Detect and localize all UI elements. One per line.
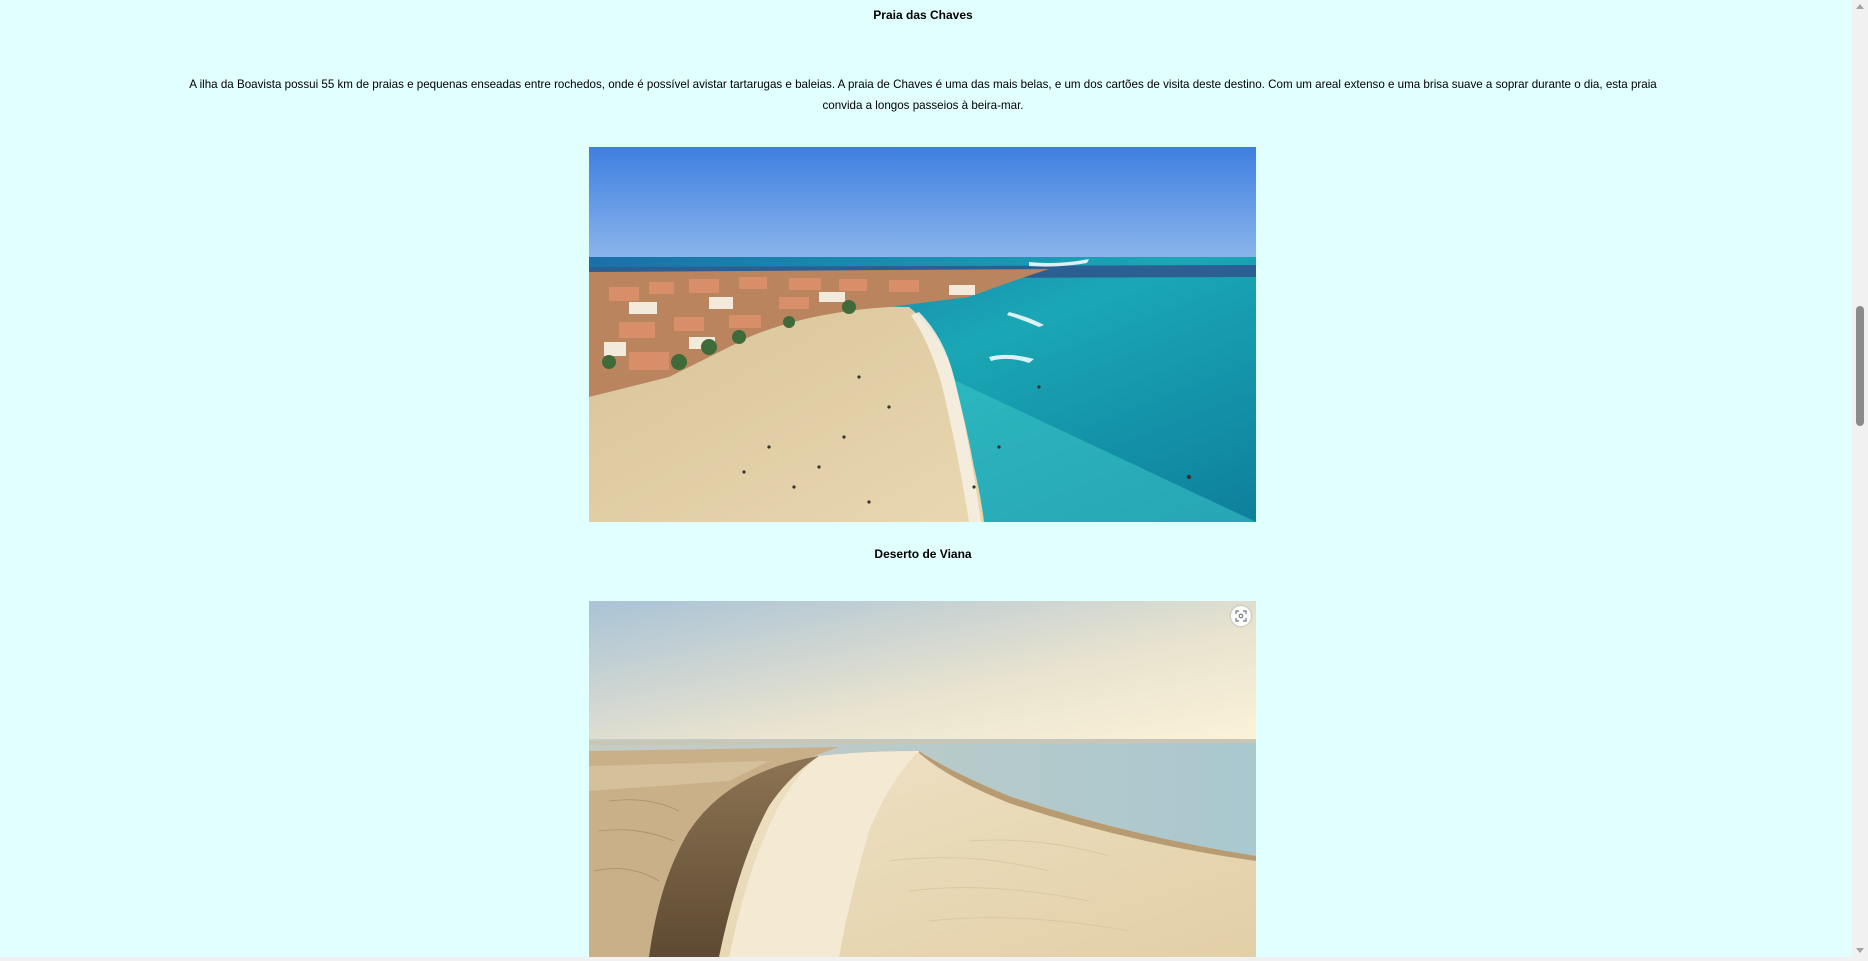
main-content: Praia das Chaves A ilha da Boavista poss… — [0, 0, 1852, 957]
page: Praia das Chaves A ilha da Boavista poss… — [0, 0, 1868, 961]
scroll-down-arrow-icon[interactable] — [1856, 948, 1864, 953]
desert-photo-graphic — [589, 601, 1256, 957]
scrollbar-thumb[interactable] — [1856, 306, 1864, 426]
beach-photo — [589, 147, 1256, 522]
lens-icon[interactable] — [1231, 606, 1251, 626]
scroll-up-arrow-icon[interactable] — [1856, 4, 1864, 9]
horizontal-scrollbar[interactable] — [0, 957, 1868, 961]
lens-icon-graphic — [1235, 610, 1247, 622]
desert-photo — [589, 601, 1256, 957]
vertical-scrollbar[interactable] — [1852, 0, 1868, 957]
section-title-deserto-de-viana: Deserto de Viana — [874, 547, 972, 561]
beach-photo-graphic — [589, 147, 1256, 522]
section-title-praia-das-chaves: Praia das Chaves — [873, 8, 973, 22]
section-paragraph-boavista: A ilha da Boavista possui 55 km de praia… — [189, 78, 1657, 112]
